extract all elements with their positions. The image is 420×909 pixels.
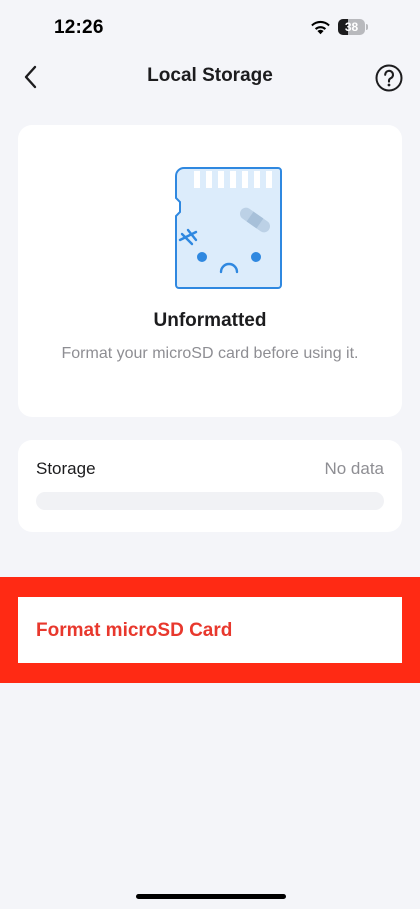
battery-level: 38 (344, 20, 359, 34)
storage-card: Storage No data (18, 440, 402, 532)
storage-usage-bar (36, 492, 384, 510)
battery-indicator: 38 (338, 19, 368, 35)
storage-label: Storage (36, 459, 96, 478)
format-microsd-label: Format microSD Card (36, 620, 233, 641)
sd-status-card: Unformatted Format your microSD card bef… (18, 125, 402, 417)
status-bar: 12:26 38 (0, 0, 420, 56)
format-microsd-button[interactable]: Format microSD Card (18, 597, 402, 663)
question-circle-icon[interactable] (374, 63, 404, 93)
battery-cap (366, 24, 368, 30)
status-heading: Unformatted (153, 310, 267, 331)
format-highlight-region: Format microSD Card (0, 577, 420, 683)
screen: 12:26 38 Local Storage Unformatted Forma… (0, 0, 420, 909)
wifi-icon (311, 20, 330, 35)
page-title: Local Storage (147, 65, 273, 86)
storage-value: No data (324, 459, 384, 478)
home-indicator[interactable] (136, 894, 286, 899)
nav-bar: Local Storage (0, 52, 420, 102)
status-time: 12:26 (54, 17, 104, 38)
sad-microsd-card-icon (175, 167, 282, 289)
battery-body: 38 (338, 19, 365, 35)
status-description: Format your microSD card before using it… (61, 345, 359, 362)
